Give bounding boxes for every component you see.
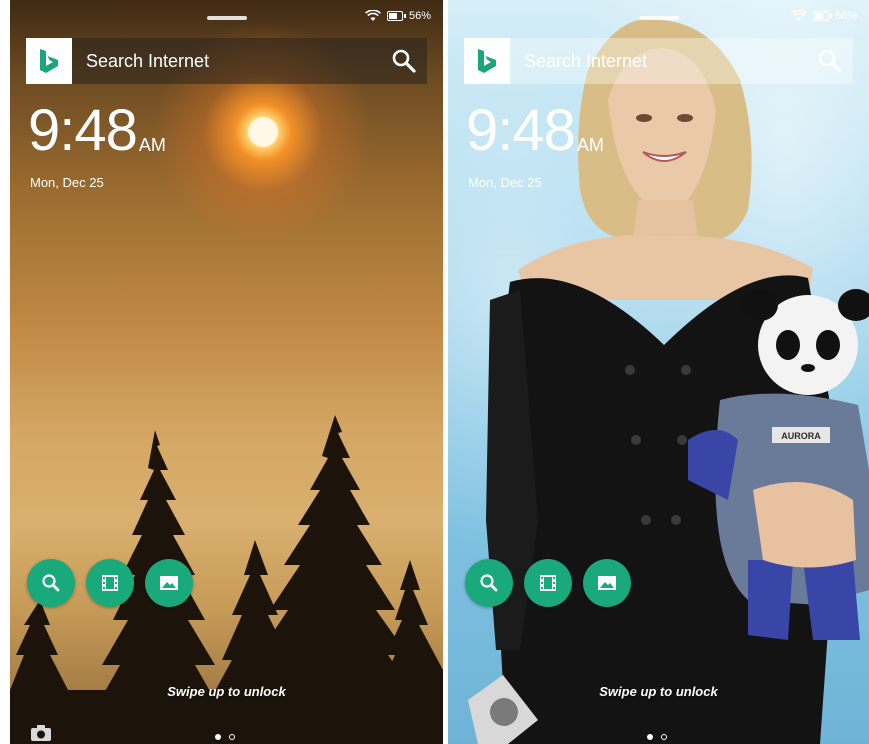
clock: 9:48 AM xyxy=(466,102,604,160)
bing-logo-icon[interactable] xyxy=(464,38,510,84)
gallery-shortcut-button[interactable] xyxy=(583,559,631,607)
bing-logo-icon[interactable] xyxy=(26,38,72,84)
video-icon xyxy=(540,575,556,591)
search-icon[interactable] xyxy=(381,38,427,84)
video-shortcut-button[interactable] xyxy=(86,559,134,607)
date-label: Mon, Dec 25 xyxy=(468,175,542,190)
battery-icon xyxy=(812,11,832,21)
clock: 9:48 AM xyxy=(28,102,166,160)
page-dot xyxy=(228,734,235,740)
clock-ampm: AM xyxy=(138,135,166,155)
search-bar[interactable]: Search Internet xyxy=(26,38,427,84)
page-dot-active xyxy=(214,734,221,740)
search-icon xyxy=(480,574,498,592)
wifi-icon xyxy=(791,10,807,21)
gallery-icon xyxy=(598,576,616,590)
search-shortcut-button[interactable] xyxy=(465,559,513,607)
search-input[interactable]: Search Internet xyxy=(72,51,381,72)
plush-badge-text: AURORA xyxy=(781,431,821,441)
battery-icon xyxy=(386,11,406,21)
video-icon xyxy=(102,575,118,591)
status-bar: 56% xyxy=(791,8,857,24)
search-icon xyxy=(42,574,60,592)
status-handle xyxy=(206,16,247,20)
unlock-hint: Swipe up to unlock xyxy=(167,684,286,699)
search-icon[interactable] xyxy=(807,38,853,84)
gallery-icon xyxy=(160,576,178,590)
status-handle xyxy=(638,16,679,20)
gallery-shortcut-button[interactable] xyxy=(145,559,193,607)
unlock-hint: Swipe up to unlock xyxy=(599,684,718,699)
lockscreen-right: AURORA 56% Search Internet 9:48 AM Mon, … xyxy=(448,0,869,744)
shortcut-row xyxy=(27,559,193,607)
page-indicator xyxy=(646,734,667,740)
search-bar[interactable]: Search Internet xyxy=(464,38,853,84)
video-shortcut-button[interactable] xyxy=(524,559,572,607)
clock-time: 9:48 xyxy=(466,98,576,163)
battery-percent: 56% xyxy=(834,10,857,22)
page-indicator xyxy=(214,734,235,740)
status-bar: 56% xyxy=(365,8,431,24)
page-dot xyxy=(660,734,667,740)
page-dot-active xyxy=(646,734,653,740)
lockscreen-left: 56% Search Internet 9:48 AM Mon, Dec 25 xyxy=(10,0,443,744)
search-shortcut-button[interactable] xyxy=(27,559,75,607)
search-input[interactable]: Search Internet xyxy=(510,51,807,72)
camera-icon[interactable] xyxy=(30,724,52,742)
battery-percent: 56% xyxy=(408,10,431,22)
shortcut-row xyxy=(465,559,631,607)
date-label: Mon, Dec 25 xyxy=(30,175,104,190)
wifi-icon xyxy=(365,10,381,21)
clock-time: 9:48 xyxy=(28,98,138,163)
clock-ampm: AM xyxy=(576,135,604,155)
